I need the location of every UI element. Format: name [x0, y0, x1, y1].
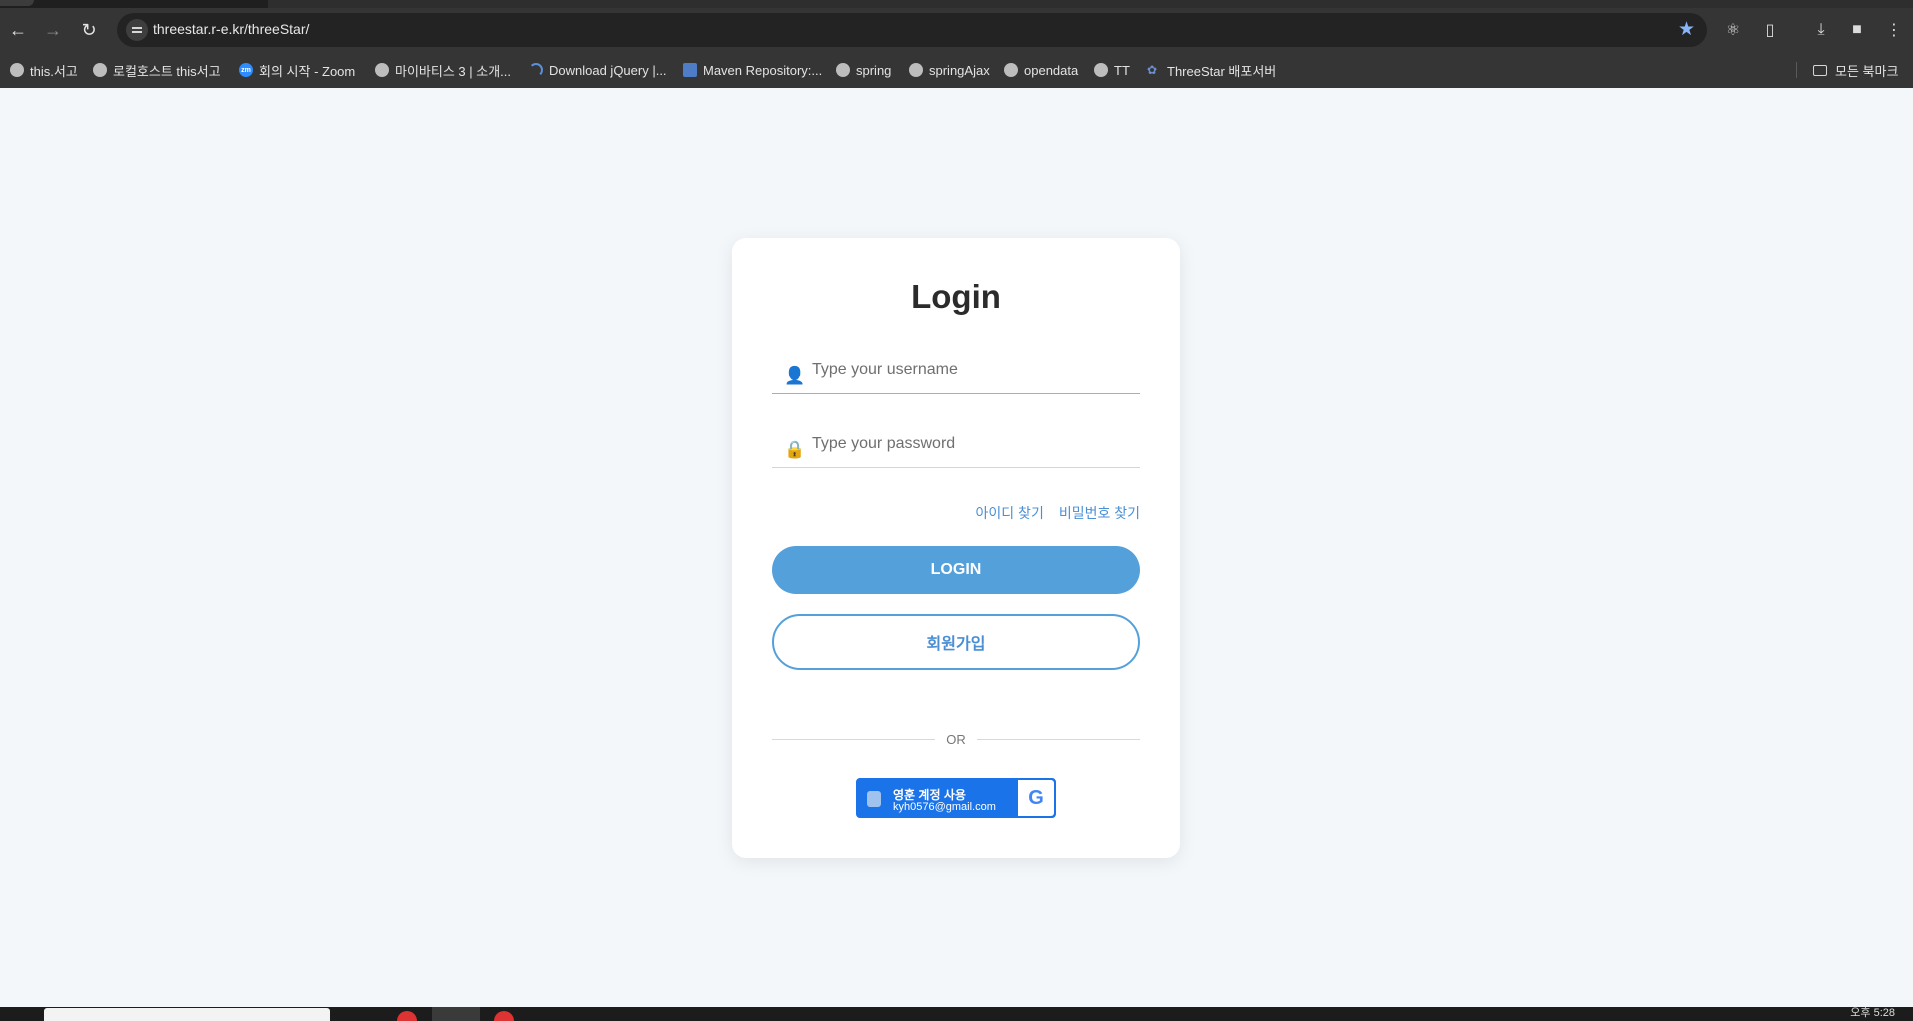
bookmark-label: opendata: [1024, 62, 1079, 78]
taskbar-app-icon[interactable]: [494, 1011, 514, 1021]
back-icon[interactable]: ←: [6, 18, 30, 42]
os-taskbar: 오후 5:28: [0, 1007, 1913, 1021]
threestar-icon: ✿: [1147, 63, 1158, 77]
bookmark-item[interactable]: this.서고: [10, 61, 78, 79]
password-input[interactable]: [812, 424, 1132, 464]
bookmark-label: Maven Repository:...: [703, 62, 823, 78]
all-bookmarks-button[interactable]: 모든 북마크: [1813, 61, 1898, 79]
folder-icon: [1813, 64, 1827, 76]
bookmark-item[interactable]: 마이바티스 3 | 소개...: [375, 61, 511, 79]
browser-toolbar: ← → ↻ threestar.r-e.kr/threeStar/ ★ ⚛ ▯ …: [0, 8, 1913, 52]
bookmark-label: 로컬호스트 this서고: [113, 63, 221, 79]
globe-icon: [93, 63, 107, 77]
all-bookmarks-label: 모든 북마크: [1835, 63, 1899, 79]
google-account-email: kyh0576@gmail.com: [893, 801, 996, 813]
globe-icon: [375, 63, 389, 77]
find-password-link[interactable]: 비밀번호 찾기: [1059, 503, 1140, 523]
bookmark-item[interactable]: Maven Repository:...: [683, 61, 822, 79]
login-card: Login 👤 🔒 아이디 찾기 비밀번호 찾기 LOGIN 회원가입 OR 영…: [732, 238, 1180, 858]
bookmarks-divider: [1796, 62, 1797, 78]
react-devtools-icon[interactable]: ⚛: [1722, 19, 1744, 41]
globe-icon: [836, 63, 850, 77]
bookmark-item[interactable]: Download jQuery |...: [529, 61, 667, 79]
bookmark-item[interactable]: spring: [836, 61, 891, 79]
bookmark-item[interactable]: 로컬호스트 this서고: [93, 61, 221, 79]
globe-icon: [1004, 63, 1018, 77]
bookmark-label: 회의 시작 - Zoom: [259, 63, 356, 79]
bookmark-item[interactable]: opendata: [1004, 61, 1078, 79]
taskbar-search[interactable]: [44, 1008, 330, 1021]
or-divider: OR: [772, 732, 1140, 747]
login-title: Login: [911, 278, 1001, 315]
login-button[interactable]: LOGIN: [772, 546, 1140, 594]
google-signin-button[interactable]: 영훈 계정 사용 kyh0576@gmail.com G: [856, 778, 1056, 818]
reload-icon[interactable]: ↻: [77, 18, 101, 42]
bookmark-item[interactable]: springAjax: [909, 61, 990, 79]
password-field: 🔒: [772, 424, 1140, 468]
bookmarks-bar: this.서고 로컬호스트 this서고 zm 회의 시작 - Zoom 마이바티…: [0, 52, 1913, 88]
extensions-icon[interactable]: ▯: [1759, 19, 1781, 41]
user-icon: 👤: [784, 366, 806, 385]
bookmark-label: spring: [856, 62, 892, 78]
bookmark-item[interactable]: zm 회의 시작 - Zoom: [239, 61, 355, 79]
username-field: 👤: [772, 350, 1140, 394]
find-id-link[interactable]: 아이디 찾기: [976, 503, 1044, 523]
signup-button[interactable]: 회원가입: [772, 614, 1140, 670]
bookmark-label: 마이바티스 3 | 소개...: [395, 63, 511, 79]
account-recovery-links: 아이디 찾기 비밀번호 찾기: [976, 503, 1140, 523]
divider-line: [977, 739, 1140, 740]
globe-icon: [10, 63, 24, 77]
taskbar-active-app[interactable]: [432, 1007, 480, 1021]
lock-icon: 🔒: [784, 440, 806, 459]
bookmark-star-icon[interactable]: ★: [1678, 18, 1695, 41]
active-tab[interactable]: [0, 0, 34, 6]
globe-icon: [909, 63, 923, 77]
taskbar-app-icon[interactable]: [397, 1011, 417, 1021]
bookmark-label: ThreeStar 배포서버: [1167, 63, 1277, 79]
tab-strip-background: [268, 0, 1913, 8]
google-logo-icon: G: [1018, 780, 1054, 816]
menu-icon[interactable]: ⋮: [1883, 19, 1905, 41]
jquery-icon: [529, 63, 543, 77]
tab-strip: [0, 0, 1913, 8]
profile-avatar[interactable]: ■: [1846, 19, 1868, 41]
username-input[interactable]: [812, 350, 1132, 390]
google-account-avatar: [867, 791, 881, 807]
maven-icon: [683, 63, 697, 77]
bookmark-label: Download jQuery |...: [549, 62, 667, 78]
site-settings-icon[interactable]: [126, 19, 148, 41]
url-text[interactable]: threestar.r-e.kr/threeStar/: [153, 21, 309, 37]
bookmark-label: springAjax: [929, 62, 990, 78]
bookmark-item[interactable]: TT: [1094, 61, 1130, 79]
bookmark-item[interactable]: ✿ ThreeStar 배포서버: [1147, 61, 1276, 79]
address-bar[interactable]: threestar.r-e.kr/threeStar/ ★: [117, 13, 1707, 47]
zoom-icon: zm: [239, 63, 253, 77]
bookmark-label: this.서고: [30, 63, 78, 79]
bookmark-label: TT: [1114, 62, 1130, 78]
taskbar-clock: 오후 5:28: [1850, 1007, 1895, 1019]
globe-icon: [1094, 63, 1108, 77]
forward-icon[interactable]: →: [41, 18, 65, 42]
download-icon[interactable]: ⤓: [1810, 19, 1832, 41]
